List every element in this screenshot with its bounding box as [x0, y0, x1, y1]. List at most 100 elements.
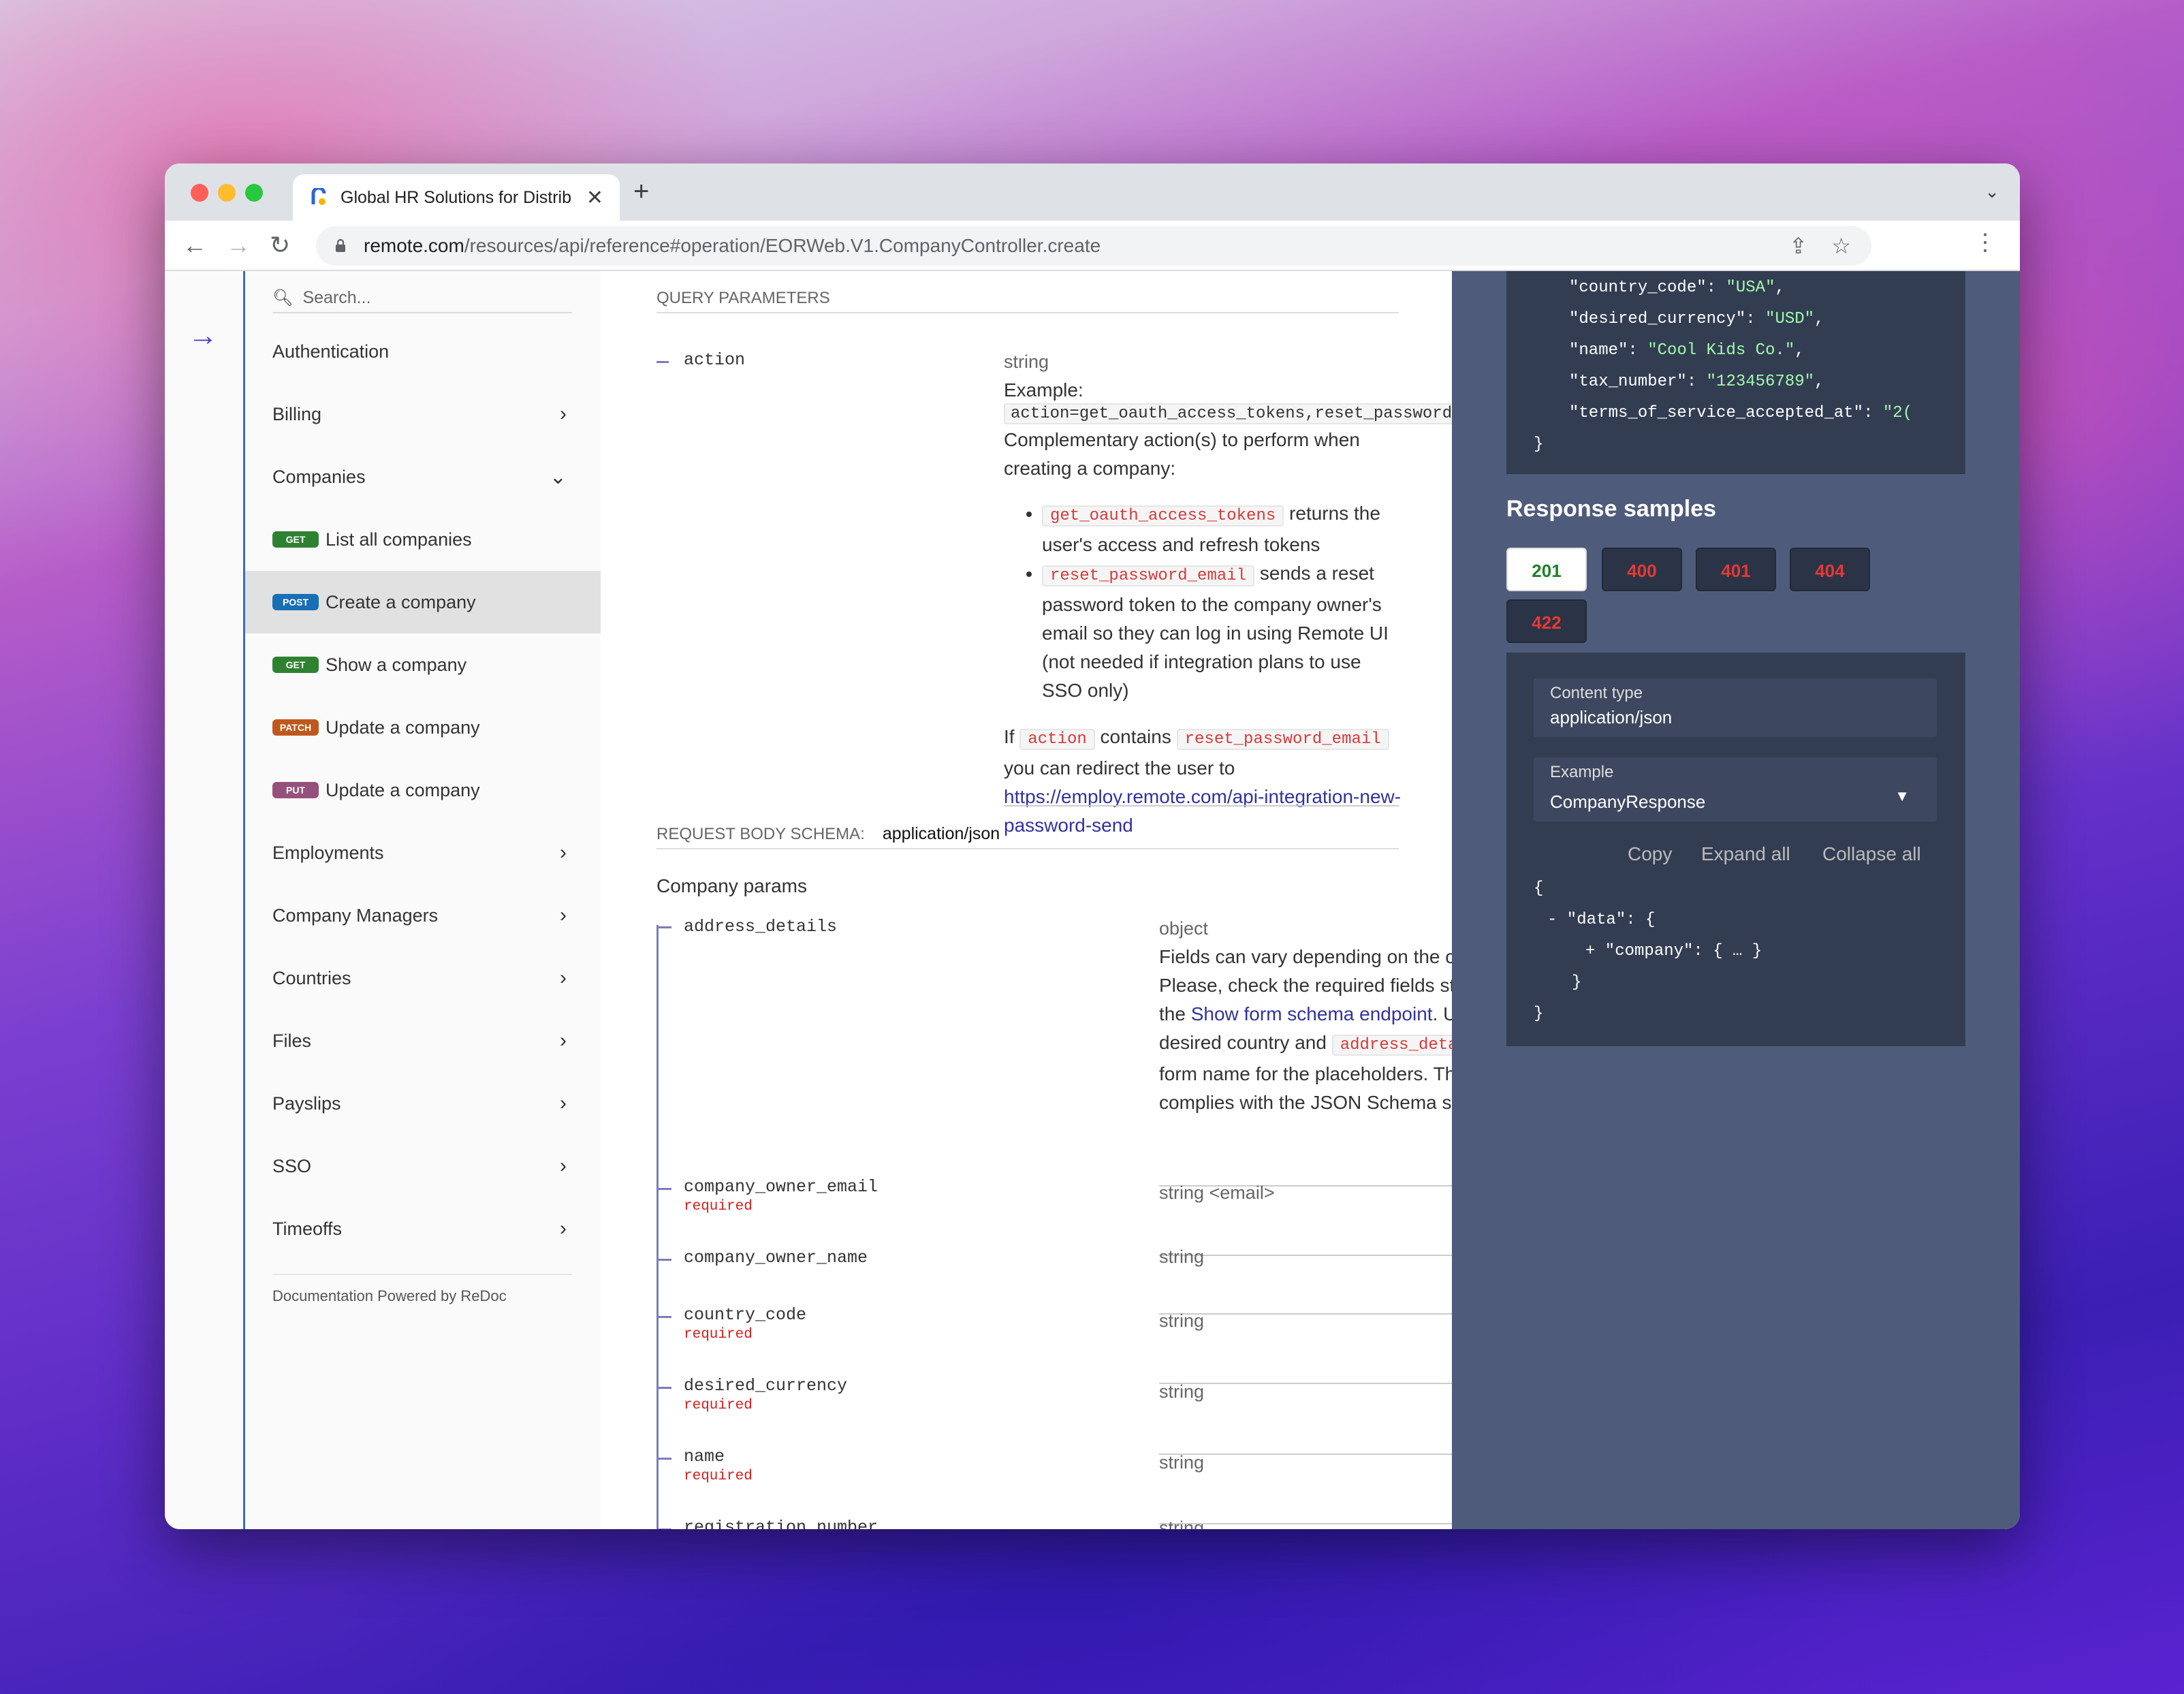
inline-code: action [1019, 729, 1095, 750]
sidebar-item-label: Countries [272, 967, 351, 988]
required-label: required [684, 1469, 753, 1484]
tree-tick [656, 1259, 671, 1261]
tree-tick [656, 1528, 671, 1529]
sidebar-item-employments[interactable]: Employments › [245, 821, 601, 884]
docs-sidebar: 🔍︎ Search... Authentication Billing › Com… [245, 271, 601, 1529]
tree-tick [656, 1188, 671, 1190]
action-list: get_oauth_access_tokens returns the user… [1042, 499, 1406, 705]
schema-tree-line [656, 925, 659, 1529]
lock-icon [336, 239, 345, 252]
chevron-right-icon: › [560, 1092, 567, 1114]
param-description: Complementary action(s) to perform when … [1004, 429, 1360, 479]
param-name: registration_number [684, 1518, 879, 1529]
chevron-right-icon: › [560, 904, 567, 926]
response-tab-400[interactable]: 400 [1602, 548, 1682, 591]
share-icon[interactable]: ⇪ [1789, 233, 1807, 259]
json-key: "country_code" [1569, 279, 1707, 297]
collapse-all-button[interactable]: Collapse all [1822, 843, 1921, 865]
bookmark-star-icon[interactable]: ☆ [1831, 233, 1851, 259]
sidebar-item-list-all-companies[interactable]: GET List all companies [245, 508, 601, 571]
example-select[interactable]: Example CompanyResponse ▼ [1534, 757, 1937, 821]
sidebar-item-timeoffs[interactable]: Timeoffs › [245, 1197, 601, 1260]
example-select-label: Example [1550, 763, 1614, 781]
sidebar-item-billing[interactable]: Billing › [245, 383, 601, 445]
form-schema-link[interactable]: Show form schema endpoint [1191, 1003, 1433, 1024]
chevron-right-icon: › [560, 841, 567, 864]
example-value: action=get_oauth_access_tokens,reset_pas… [1004, 403, 1518, 424]
forward-button[interactable]: → [226, 230, 251, 260]
collapsed-rail: → [165, 271, 245, 1529]
query-param-detail: string Example: action=get_oauth_access_… [1004, 347, 1518, 840]
tree-tick [656, 1316, 671, 1318]
sidebar-item-companies[interactable]: Companies ⌄ [245, 445, 601, 508]
sidebar-item-label: Update a company [326, 717, 480, 738]
param-type: string [1159, 1452, 1205, 1473]
json-value: "USD" [1765, 310, 1815, 328]
response-json: { - "data": { + "company": { … } } } [1534, 873, 1762, 1030]
divider [1004, 805, 1399, 806]
copy-button[interactable]: Copy [1628, 843, 1672, 865]
tab-search-chevron-icon[interactable]: ⌄ [1984, 181, 1999, 202]
sidebar-item-label: Update a company [326, 779, 480, 800]
response-tab-201[interactable]: 201 [1506, 548, 1587, 591]
json-collapsible-company[interactable]: + "company": { … } [1534, 936, 1762, 967]
expand-all-button[interactable]: Expand all [1701, 843, 1790, 865]
sidebar-item-label: Payslips [272, 1093, 341, 1114]
sidebar-item-payslips[interactable]: Payslips › [245, 1072, 601, 1135]
sidebar-item-company-managers[interactable]: Company Managers › [245, 884, 601, 947]
sidebar-item-countries[interactable]: Countries › [245, 947, 601, 1009]
search-box[interactable]: 🔍︎ Search... [272, 283, 572, 313]
minimize-window-button[interactable] [218, 184, 236, 202]
sidebar-item-authentication[interactable]: Authentication [245, 320, 601, 383]
request-body-header: REQUEST BODY SCHEMA: application/json [656, 824, 1399, 849]
close-tab-icon[interactable]: ✕ [586, 186, 603, 210]
json-collapsible-data[interactable]: - "data": { [1534, 905, 1762, 936]
redirect-paragraph: If action contains reset_password_email … [1004, 723, 1406, 840]
arrow-right-icon[interactable]: → [188, 319, 218, 353]
search-input[interactable]: Search... [302, 288, 370, 308]
param-type: string [1159, 1311, 1205, 1331]
sidebar-item-update-company-put[interactable]: PUT Update a company [245, 759, 601, 821]
text: you can redirect the user to [1004, 757, 1235, 779]
sidebar-item-label: Company Managers [272, 905, 439, 926]
reload-button[interactable]: ↻ [270, 230, 290, 260]
close-window-button[interactable] [191, 184, 208, 202]
required-label: required [684, 1199, 753, 1214]
content-type-label: Content type [1550, 684, 1643, 702]
json-key: "name" [1569, 341, 1628, 360]
response-tab-401[interactable]: 401 [1696, 548, 1776, 591]
list-item: reset_password_email sends a reset passw… [1042, 559, 1406, 705]
json-value: "2( [1882, 404, 1913, 422]
sidebar-item-label: Employments [272, 842, 384, 863]
required-label: required [684, 1398, 753, 1413]
sidebar-item-create-a-company[interactable]: POST Create a company [245, 571, 601, 633]
response-tab-404[interactable]: 404 [1790, 548, 1870, 591]
sidebar-item-sso[interactable]: SSO › [245, 1135, 601, 1197]
url-host: remote.com [364, 235, 464, 256]
sidebar-item-files[interactable]: Files › [245, 1009, 601, 1072]
json-value: "123456789" [1706, 373, 1815, 391]
browser-menu-icon[interactable]: ⋮ [1974, 229, 1997, 256]
sidebar-item-label: Companies [272, 466, 366, 487]
sidebar-item-label: List all companies [326, 529, 472, 550]
address-bar[interactable]: remote.com/resources/api/reference#opera… [316, 226, 1871, 266]
query-parameters-header: QUERY PARAMETERS [656, 289, 1399, 313]
text: If [1004, 726, 1020, 747]
json-key: "tax_number" [1569, 373, 1687, 391]
browser-tab[interactable]: Global HR Solutions for Distrib ✕ [293, 174, 620, 221]
redoc-footer-link[interactable]: Documentation Powered by ReDoc [272, 1274, 572, 1305]
inline-code: reset_password_email [1176, 729, 1389, 750]
inline-code: reset_password_email [1042, 565, 1255, 586]
back-button[interactable]: ← [183, 230, 207, 260]
zoom-window-button[interactable] [245, 184, 263, 202]
response-tab-422[interactable]: 422 [1506, 599, 1587, 643]
new-tab-button[interactable]: + [633, 174, 649, 208]
text: contains [1094, 726, 1177, 747]
response-sample-box: Content type application/json Example Co… [1506, 653, 1965, 1046]
required-label: required [684, 1327, 753, 1343]
sidebar-menu: Authentication Billing › Companies ⌄ GET Li… [245, 320, 601, 1260]
json-line: "country_code": "USA", [1569, 279, 1785, 297]
sidebar-item-update-company-patch[interactable]: PATCH Update a company [245, 696, 601, 759]
get-badge: GET [272, 657, 319, 673]
sidebar-item-show-a-company[interactable]: GET Show a company [245, 633, 601, 696]
